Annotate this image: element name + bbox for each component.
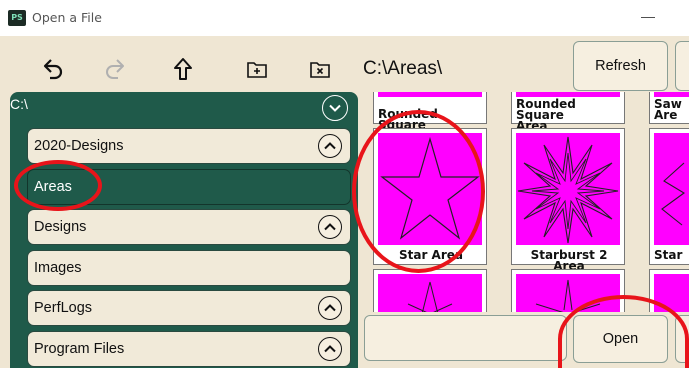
- tree-item-label: Images: [34, 260, 82, 276]
- title-bar: PS Open a File —: [0, 0, 689, 36]
- thumbnail-tile[interactable]: Rounded Square: [373, 92, 487, 131]
- tree-item-label: PerfLogs: [34, 300, 93, 316]
- tree-item-images[interactable]: Images: [27, 250, 351, 286]
- thumbnail-image: [516, 133, 620, 245]
- cancel-button-edge[interactable]: [675, 315, 689, 363]
- thumbnail-tile[interactable]: Saw Are: [649, 92, 689, 124]
- thumbnail-label: Star Area: [398, 248, 463, 262]
- thumbnail-image: [654, 274, 689, 312]
- tree-item-perflogs[interactable]: PerfLogs: [27, 290, 351, 326]
- thumbnail-image: [378, 133, 482, 245]
- starburst-shape: [517, 136, 619, 244]
- toolbar-overflow-button[interactable]: [675, 41, 689, 91]
- thumbnail-image: [378, 274, 482, 312]
- tree-item-2020-designs[interactable]: 2020-Designs: [27, 128, 351, 164]
- thumbnail-tile[interactable]: [373, 269, 487, 312]
- up-arrow-icon[interactable]: [168, 54, 198, 84]
- tree-item-designs[interactable]: Designs: [27, 209, 351, 245]
- tree-item-label: Program Files: [34, 341, 125, 357]
- chevron-up-icon[interactable]: [318, 337, 342, 361]
- tree-item-label: Areas: [34, 179, 72, 195]
- current-path: C:\Areas\: [363, 58, 443, 79]
- thumbnail-tile[interactable]: Star: [649, 128, 689, 265]
- window-title: Open a File: [32, 10, 102, 25]
- tree-item-program-files[interactable]: Program Files: [27, 331, 351, 367]
- tree-item-label: 2020-Designs: [34, 138, 124, 154]
- new-folder-icon[interactable]: [242, 54, 272, 84]
- forward-icon[interactable]: [100, 54, 130, 84]
- refresh-button[interactable]: Refresh: [573, 41, 668, 91]
- thumbnail-tile[interactable]: Star Area: [373, 128, 487, 265]
- chevron-up-icon[interactable]: [318, 134, 342, 158]
- thumbnail-image: [654, 133, 689, 245]
- thumbnail-tile[interactable]: [511, 269, 625, 312]
- chevron-up-icon[interactable]: [318, 215, 342, 239]
- tree-item-areas[interactable]: Areas: [27, 169, 351, 205]
- tree-item-label: Designs: [34, 219, 87, 235]
- back-icon[interactable]: [38, 54, 68, 84]
- thumbnail-tile[interactable]: Rounded Square Area: [511, 92, 625, 132]
- open-button[interactable]: Open: [573, 315, 668, 363]
- chevron-up-icon[interactable]: [318, 296, 342, 320]
- filename-input[interactable]: [364, 315, 567, 361]
- thumbnail-image: [378, 92, 482, 97]
- star-shape: [535, 279, 601, 312]
- chevron-down-icon[interactable]: [322, 95, 348, 121]
- thumbnail-tile[interactable]: [649, 269, 689, 312]
- star-shape: [661, 162, 685, 226]
- thumbnail-grid: Rounded Square Rounded Square Area Saw A…: [373, 92, 689, 312]
- thumbnail-tile[interactable]: Starburst 2 Area: [511, 128, 625, 272]
- thumbnail-image: [516, 274, 620, 312]
- app-icon: PS: [8, 10, 26, 26]
- tree-root-label[interactable]: C:\: [10, 96, 28, 112]
- star-shape: [407, 281, 453, 312]
- thumbnail-label: Star: [654, 248, 683, 262]
- delete-folder-icon[interactable]: [305, 54, 335, 84]
- thumbnail-label: Saw Are: [654, 97, 682, 122]
- star-shape: [380, 136, 480, 240]
- minimize-button[interactable]: —: [641, 8, 655, 24]
